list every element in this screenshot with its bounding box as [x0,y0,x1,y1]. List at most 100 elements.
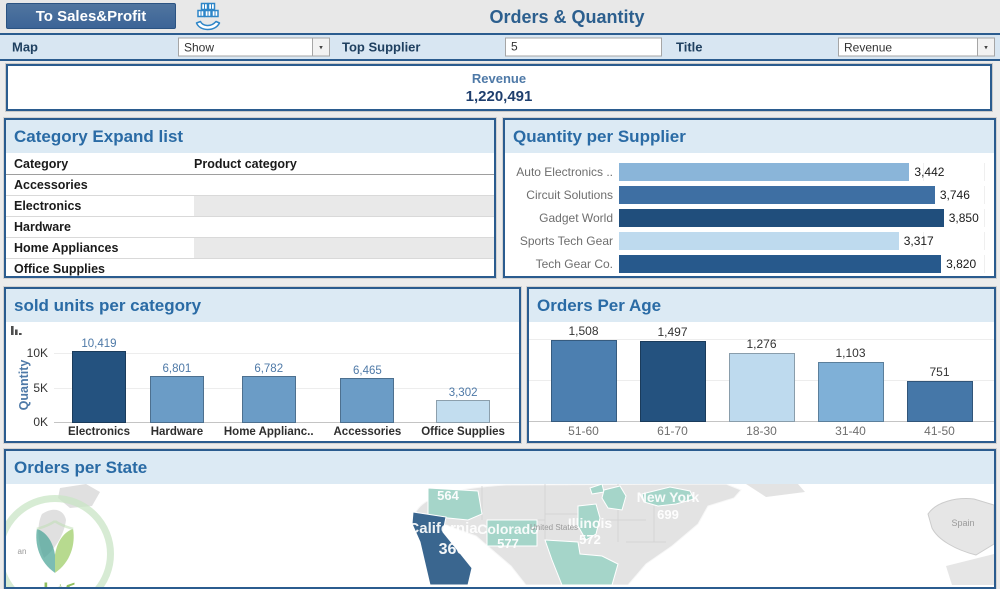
x-axis-label: 51-60 [568,424,599,438]
quantity-per-supplier-chart: Auto Electronics .. 3,442 Circuit Solution… [505,153,994,276]
category-cell: Hardware [14,220,71,234]
x-axis-label: Accessories [333,426,402,438]
bar-column: 1,497 61-70 [639,325,706,441]
bar-value-label: 1,508 [568,324,599,338]
kpi-label: Revenue [471,71,527,86]
category-table-body: Accessories Electronics Hardware Home Appli… [6,175,494,276]
bar-value-label: 6,465 [353,365,382,377]
supplier-bar[interactable] [619,232,899,250]
supplier-value-label: 3,850 [948,211,979,225]
title-param-label: Title [676,39,703,55]
category-cell: Electronics [14,199,82,213]
supplier-value-label: 3,317 [903,234,934,248]
supplier-category-label: Tech Gear Co. [535,257,613,271]
bar[interactable] [817,362,884,422]
top-supplier-input[interactable]: 5 [505,37,662,57]
country-label: Spain [951,518,974,528]
bar[interactable] [340,378,395,423]
bar[interactable] [436,400,491,423]
product-category-cell [194,217,494,237]
bar-column: 1,276 18-30 [728,337,795,441]
panel-sold-units-per-category: sold units per category Quantity 10K 5K … [4,287,521,443]
panel-quantity-per-supplier: Quantity per Supplier Auto Electronics .… [503,118,996,278]
land-canada-maritime [746,484,805,497]
x-axis-label: 18-30 [746,424,777,438]
x-axis-label: Electronics [67,426,130,438]
bar-column: 6,465 Accessories [334,365,402,441]
header: To Sales&Profit Orders & Quantity [0,0,1000,33]
page-title: Orders & Quantity [489,7,645,27]
category-row[interactable]: Hardware [6,217,494,238]
bar[interactable] [639,341,706,422]
us-map: 564 California 360 Colorado 577 Illinois… [6,484,994,587]
x-axis-label: Office Supplies [421,426,505,438]
y-tick: 5K [33,381,48,395]
supplier-value-label: 3,746 [939,188,970,202]
supplier-bar[interactable] [619,163,910,181]
product-category-cell [194,238,494,258]
watermark-text: كفيل [35,580,75,589]
bar-column: 6,782 Home Applianc.. [224,363,314,441]
land-north-africa [946,554,994,585]
sold-units-chart: Quantity 10K 5K 0K 10,419 Electronics 6,80… [6,322,519,441]
state-value-label: 699 [657,507,679,522]
supplier-row: Gadget World 3,850 [507,207,988,229]
bar-value-label: 1,276 [746,337,777,351]
category-cell: Home Appliances [14,241,119,255]
supplier-value-label: 3,442 [914,165,945,179]
bar-value-label: 751 [929,365,950,379]
panel-title: Orders per State [6,451,994,484]
category-cell: Accessories [14,178,88,192]
bar[interactable] [550,340,617,422]
category-row[interactable]: Electronics [6,196,494,217]
supplier-bar-track: 3,317 [619,232,988,250]
category-row[interactable]: Home Appliances [6,238,494,259]
bar-value-label: 6,782 [254,363,284,375]
title-param-dropdown[interactable]: Revenue ▾ [838,37,995,57]
state-name-label: California [408,520,478,537]
bar-column: 751 41-50 [906,365,973,441]
orders-per-age-chart: 1,508 51-60 1,497 61-70 1,276 18-30 1,103 31-40… [529,322,994,441]
panel-title: Category Expand list [6,120,494,153]
supplier-bar-track: 3,820 [619,255,988,273]
x-axis-label: Hardware [150,426,204,438]
map-filter-value: Show [184,40,215,54]
chevron-down-icon[interactable]: ▾ [312,38,329,56]
country-label: United States [530,523,578,532]
bar[interactable] [149,376,204,423]
supplier-category-label: Gadget World [539,211,613,225]
chevron-down-icon[interactable]: ▾ [977,38,994,56]
state-value-label: 577 [497,536,519,551]
supplier-row: Sports Tech Gear 3,317 [507,230,988,252]
bar[interactable] [241,376,296,423]
supplier-category-label: Auto Electronics .. [516,165,613,179]
panel-orders-per-age: Orders Per Age 1,508 51-60 1,497 61-70 1,276… [527,287,996,443]
bar-column: 1,103 31-40 [817,346,884,441]
supplier-bar[interactable] [619,186,935,204]
category-row[interactable]: Accessories [6,175,494,196]
bar[interactable] [71,351,126,423]
bar-column: 10,419 Electronics [68,338,130,441]
column-header-category: Category [14,156,69,171]
sort-icon[interactable] [11,325,23,336]
panel-orders-per-state: Orders per State 564 California 360 Colo… [4,449,996,589]
supplier-bar[interactable] [619,255,942,273]
panel-title: Orders Per Age [529,289,994,322]
filter-bar: Map Show ▾ Top Supplier 5 Title Revenue … [0,33,1000,61]
bar-column: 3,302 Office Supplies [421,387,505,441]
map-filter-dropdown[interactable]: Show ▾ [178,37,330,57]
bar[interactable] [906,381,973,422]
bar-value-label: 1,497 [657,325,688,339]
y-tick: 0K [33,415,48,429]
watermark-shield-icon [36,520,74,573]
bar-value-label: 1,103 [835,346,866,360]
y-tick: 10K [26,346,48,360]
column-header-product-category: Product category [194,156,297,171]
bar[interactable] [728,353,795,422]
category-row[interactable]: Office Supplies [6,259,494,276]
supplier-bar[interactable] [619,209,944,227]
state-value-label: 572 [579,532,601,547]
x-axis-label: 61-70 [657,424,688,438]
state-value-label: 360 [439,541,466,558]
category-table-header: Category Product category [6,153,494,175]
